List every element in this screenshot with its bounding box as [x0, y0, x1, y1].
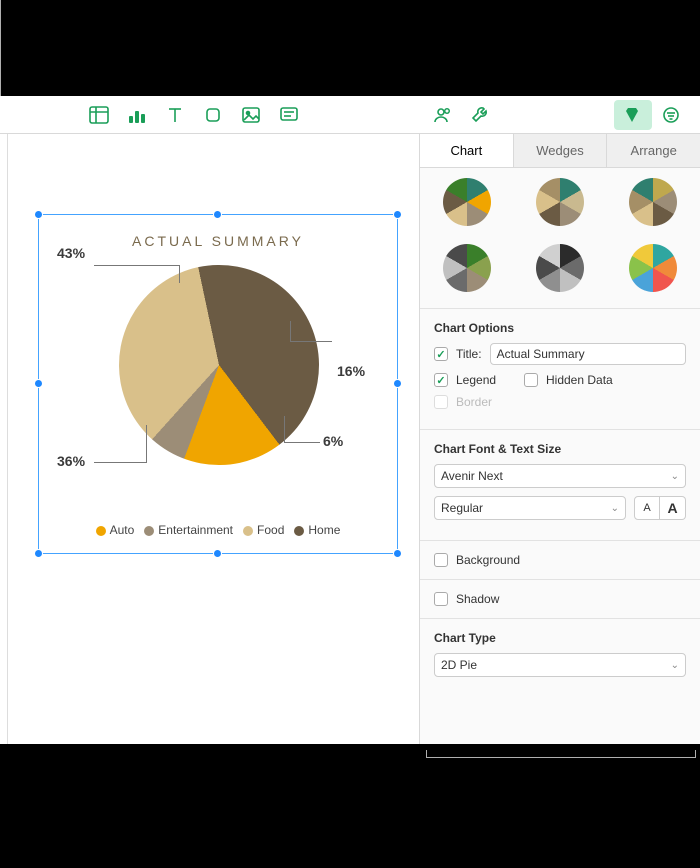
border-checkbox	[434, 395, 448, 409]
legend-item: Entertainment	[144, 523, 233, 537]
tab-chart[interactable]: Chart	[420, 134, 513, 167]
section-heading: Chart Options	[434, 321, 686, 335]
legend-item: Food	[243, 523, 284, 537]
leader-line	[94, 462, 146, 463]
shadow-label: Shadow	[456, 592, 499, 606]
tab-arrange[interactable]: Arrange	[606, 134, 700, 167]
section-heading: Chart Font & Text Size	[434, 442, 686, 456]
resize-handle[interactable]	[34, 549, 43, 558]
leader-line	[284, 416, 285, 443]
chart-type-section: Chart Type 2D Pie⌄	[420, 619, 700, 689]
chart-legend[interactable]: Auto Entertainment Food Home	[39, 523, 397, 537]
insert-shape-button[interactable]	[194, 100, 232, 130]
organize-inspector-button[interactable]	[652, 100, 690, 130]
leader-line	[146, 425, 147, 463]
title-checkbox[interactable]	[434, 347, 448, 361]
title-label: Title:	[456, 347, 482, 361]
font-size-stepper: A A	[634, 496, 686, 520]
section-heading: Chart Type	[434, 631, 686, 645]
tools-button[interactable]	[461, 100, 499, 130]
annotation-bracket	[426, 750, 696, 758]
chart-options-section: Chart Options Title: Actual Summary Lege…	[420, 309, 700, 430]
slice-label-home: 43%	[57, 245, 85, 261]
background-checkbox[interactable]	[434, 553, 448, 567]
tab-wedges[interactable]: Wedges	[513, 134, 607, 167]
legend-item: Auto	[96, 523, 135, 537]
font-size-decrease-button[interactable]: A	[634, 496, 660, 520]
shadow-checkbox[interactable]	[434, 592, 448, 606]
insert-table-button[interactable]	[80, 100, 118, 130]
ruler-edge	[0, 134, 8, 744]
chart-style-swatch[interactable]	[629, 244, 677, 292]
slice-label-auto: 16%	[337, 363, 365, 379]
app-window: ACTUAL SUMMARY 43% 16% 6%	[0, 96, 700, 744]
insert-text-button[interactable]	[156, 100, 194, 130]
document-canvas[interactable]: ACTUAL SUMMARY 43% 16% 6%	[0, 134, 420, 744]
shadow-section: Shadow	[420, 580, 700, 619]
title-field[interactable]: Actual Summary	[490, 343, 686, 365]
pie-chart[interactable]	[119, 265, 319, 465]
legend-swatch	[144, 526, 154, 536]
leader-line	[284, 442, 320, 443]
chart-font-section: Chart Font & Text Size Avenir Next⌄ Regu…	[420, 430, 700, 541]
insert-chart-button[interactable]	[118, 100, 156, 130]
chevron-down-icon: ⌄	[611, 503, 619, 514]
workspace: ACTUAL SUMMARY 43% 16% 6%	[0, 134, 700, 744]
slice-label-food: 36%	[57, 453, 85, 469]
resize-handle[interactable]	[393, 379, 402, 388]
chart-style-swatch[interactable]	[536, 244, 584, 292]
resize-handle[interactable]	[34, 379, 43, 388]
chevron-down-icon: ⌄	[671, 660, 679, 671]
legend-label: Legend	[456, 373, 516, 387]
leader-line	[290, 341, 332, 342]
chart-style-swatch[interactable]	[629, 178, 677, 226]
resize-handle[interactable]	[213, 549, 222, 558]
chart-selection-frame[interactable]: ACTUAL SUMMARY 43% 16% 6%	[38, 214, 398, 554]
hidden-data-checkbox[interactable]	[524, 373, 538, 387]
font-family-select[interactable]: Avenir Next⌄	[434, 464, 686, 488]
border-label: Border	[456, 395, 492, 409]
resize-handle[interactable]	[34, 210, 43, 219]
background-label: Background	[456, 553, 520, 567]
leader-line	[290, 321, 291, 341]
legend-item: Home	[294, 523, 340, 537]
chevron-down-icon: ⌄	[671, 471, 679, 482]
insert-comment-button[interactable]	[270, 100, 308, 130]
chart-type-select[interactable]: 2D Pie⌄	[434, 653, 686, 677]
background-section: Background	[420, 541, 700, 580]
insert-media-button[interactable]	[232, 100, 270, 130]
hidden-data-label: Hidden Data	[546, 373, 613, 387]
format-inspector: Chart Wedges Arrange Chart Options Title…	[420, 134, 700, 744]
chart-style-swatch[interactable]	[443, 244, 491, 292]
leader-line	[94, 265, 179, 266]
chart-title[interactable]: ACTUAL SUMMARY	[39, 233, 397, 249]
legend-checkbox[interactable]	[434, 373, 448, 387]
format-inspector-button[interactable]	[614, 100, 652, 130]
resize-handle[interactable]	[393, 210, 402, 219]
chart-style-swatch[interactable]	[443, 178, 491, 226]
leader-line	[179, 265, 180, 283]
legend-swatch	[243, 526, 253, 536]
chart-style-swatch[interactable]	[536, 178, 584, 226]
resize-handle[interactable]	[393, 549, 402, 558]
chart-styles-grid	[420, 168, 700, 309]
slice-label-entertainment: 6%	[323, 433, 343, 449]
legend-swatch	[96, 526, 106, 536]
toolbar	[0, 96, 700, 134]
font-size-increase-button[interactable]: A	[660, 496, 686, 520]
legend-swatch	[294, 526, 304, 536]
resize-handle[interactable]	[213, 210, 222, 219]
page: ACTUAL SUMMARY 43% 16% 6%	[8, 134, 419, 744]
font-style-select[interactable]: Regular⌄	[434, 496, 626, 520]
annotation-line	[0, 0, 1, 96]
collaborate-button[interactable]	[423, 100, 461, 130]
inspector-tabs: Chart Wedges Arrange	[420, 134, 700, 168]
